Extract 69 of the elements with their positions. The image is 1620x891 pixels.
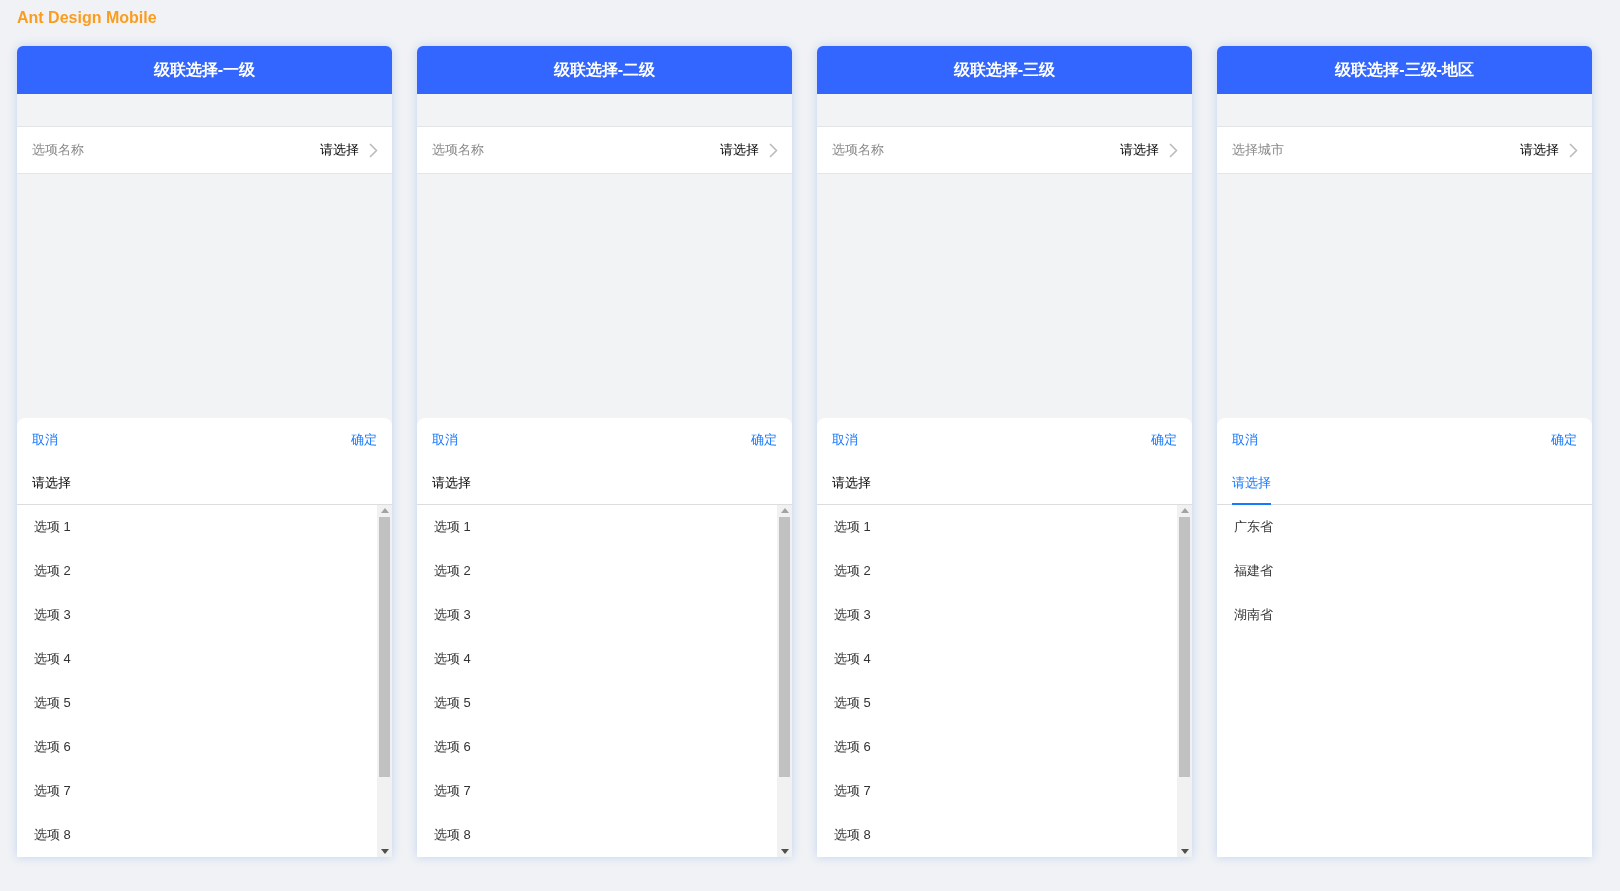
option-item[interactable]: 选项 2 xyxy=(817,549,1177,593)
cancel-button[interactable]: 取消 xyxy=(832,431,858,449)
field-value: 请选择 xyxy=(1520,141,1559,159)
confirm-button[interactable]: 确定 xyxy=(1551,431,1577,449)
picker-field[interactable]: 选项名称 请选择 xyxy=(817,126,1192,174)
cancel-button[interactable]: 取消 xyxy=(32,431,58,449)
option-item[interactable]: 选项 7 xyxy=(17,769,377,813)
field-value: 请选择 xyxy=(720,141,759,159)
option-item[interactable]: 选项 2 xyxy=(17,549,377,593)
option-item[interactable]: 选项 7 xyxy=(417,769,777,813)
option-item[interactable]: 选项 1 xyxy=(17,505,377,549)
confirm-button[interactable]: 确定 xyxy=(751,431,777,449)
cascader-tab[interactable]: 请选择 xyxy=(432,462,471,505)
option-item[interactable]: 选项 1 xyxy=(417,505,777,549)
field-label: 选择城市 xyxy=(1232,141,1285,159)
card-title: 级联选择-三级 xyxy=(953,59,1056,80)
option-item[interactable]: 选项 3 xyxy=(817,593,1177,637)
option-item[interactable]: 选项 4 xyxy=(817,637,1177,681)
option-item[interactable]: 选项 3 xyxy=(417,593,777,637)
cascader-tab[interactable]: 请选择 xyxy=(32,462,71,505)
option-item[interactable]: 选项 6 xyxy=(817,725,1177,769)
picker-field[interactable]: 选项名称 请选择 xyxy=(417,126,792,174)
option-item[interactable]: 选项 8 xyxy=(817,813,1177,857)
field-label: 选项名称 xyxy=(32,141,85,159)
field-value: 请选择 xyxy=(320,141,359,159)
option-item[interactable]: 选项 7 xyxy=(817,769,1177,813)
picker-field[interactable]: 选项名称 请选择 xyxy=(17,126,392,174)
option-item[interactable]: 选项 5 xyxy=(417,681,777,725)
arrow-down-icon xyxy=(1180,849,1189,854)
picker-field[interactable]: 选择城市 请选择 xyxy=(1217,126,1592,174)
cancel-button[interactable]: 取消 xyxy=(432,431,458,449)
option-item[interactable]: 选项 6 xyxy=(417,725,777,769)
chevron-right-icon xyxy=(1169,142,1178,158)
option-item[interactable]: 选项 8 xyxy=(17,813,377,857)
chevron-right-icon xyxy=(369,142,378,158)
scrollbar[interactable] xyxy=(377,505,392,857)
option-item[interactable]: 选项 5 xyxy=(817,681,1177,725)
card-title: 级联选择-二级 xyxy=(553,59,656,80)
cascader-tab[interactable]: 请选择 xyxy=(832,462,871,505)
field-label: 选项名称 xyxy=(432,141,485,159)
arrow-up-icon xyxy=(380,508,389,513)
cancel-button[interactable]: 取消 xyxy=(1232,431,1258,449)
field-label: 选项名称 xyxy=(832,141,885,159)
option-item[interactable]: 选项 4 xyxy=(417,637,777,681)
scrollbar[interactable] xyxy=(1177,505,1192,857)
chevron-right-icon xyxy=(1569,142,1578,158)
cascader-tab[interactable]: 请选择 xyxy=(1232,462,1271,505)
option-item[interactable]: 选项 3 xyxy=(17,593,377,637)
option-item[interactable]: 选项 5 xyxy=(17,681,377,725)
option-item[interactable]: 湖南省 xyxy=(1217,593,1592,637)
option-item[interactable]: 选项 1 xyxy=(817,505,1177,549)
option-item[interactable]: 福建省 xyxy=(1217,549,1592,593)
arrow-up-icon xyxy=(780,508,789,513)
brand-title: Ant Design Mobile xyxy=(17,8,158,28)
option-item[interactable]: 选项 6 xyxy=(17,725,377,769)
card-title: 级联选择-一级 xyxy=(153,59,256,80)
card-title: 级联选择-三级-地区 xyxy=(1335,59,1474,80)
confirm-button[interactable]: 确定 xyxy=(351,431,377,449)
confirm-button[interactable]: 确定 xyxy=(1151,431,1177,449)
arrow-up-icon xyxy=(1180,508,1189,513)
scrollbar[interactable] xyxy=(777,505,792,857)
field-value: 请选择 xyxy=(1120,141,1159,159)
arrow-down-icon xyxy=(380,849,389,854)
arrow-down-icon xyxy=(780,849,789,854)
option-item[interactable]: 选项 2 xyxy=(417,549,777,593)
option-item[interactable]: 选项 4 xyxy=(17,637,377,681)
option-item[interactable]: 选项 8 xyxy=(417,813,777,857)
option-item[interactable]: 广东省 xyxy=(1217,505,1592,549)
chevron-right-icon xyxy=(769,142,778,158)
